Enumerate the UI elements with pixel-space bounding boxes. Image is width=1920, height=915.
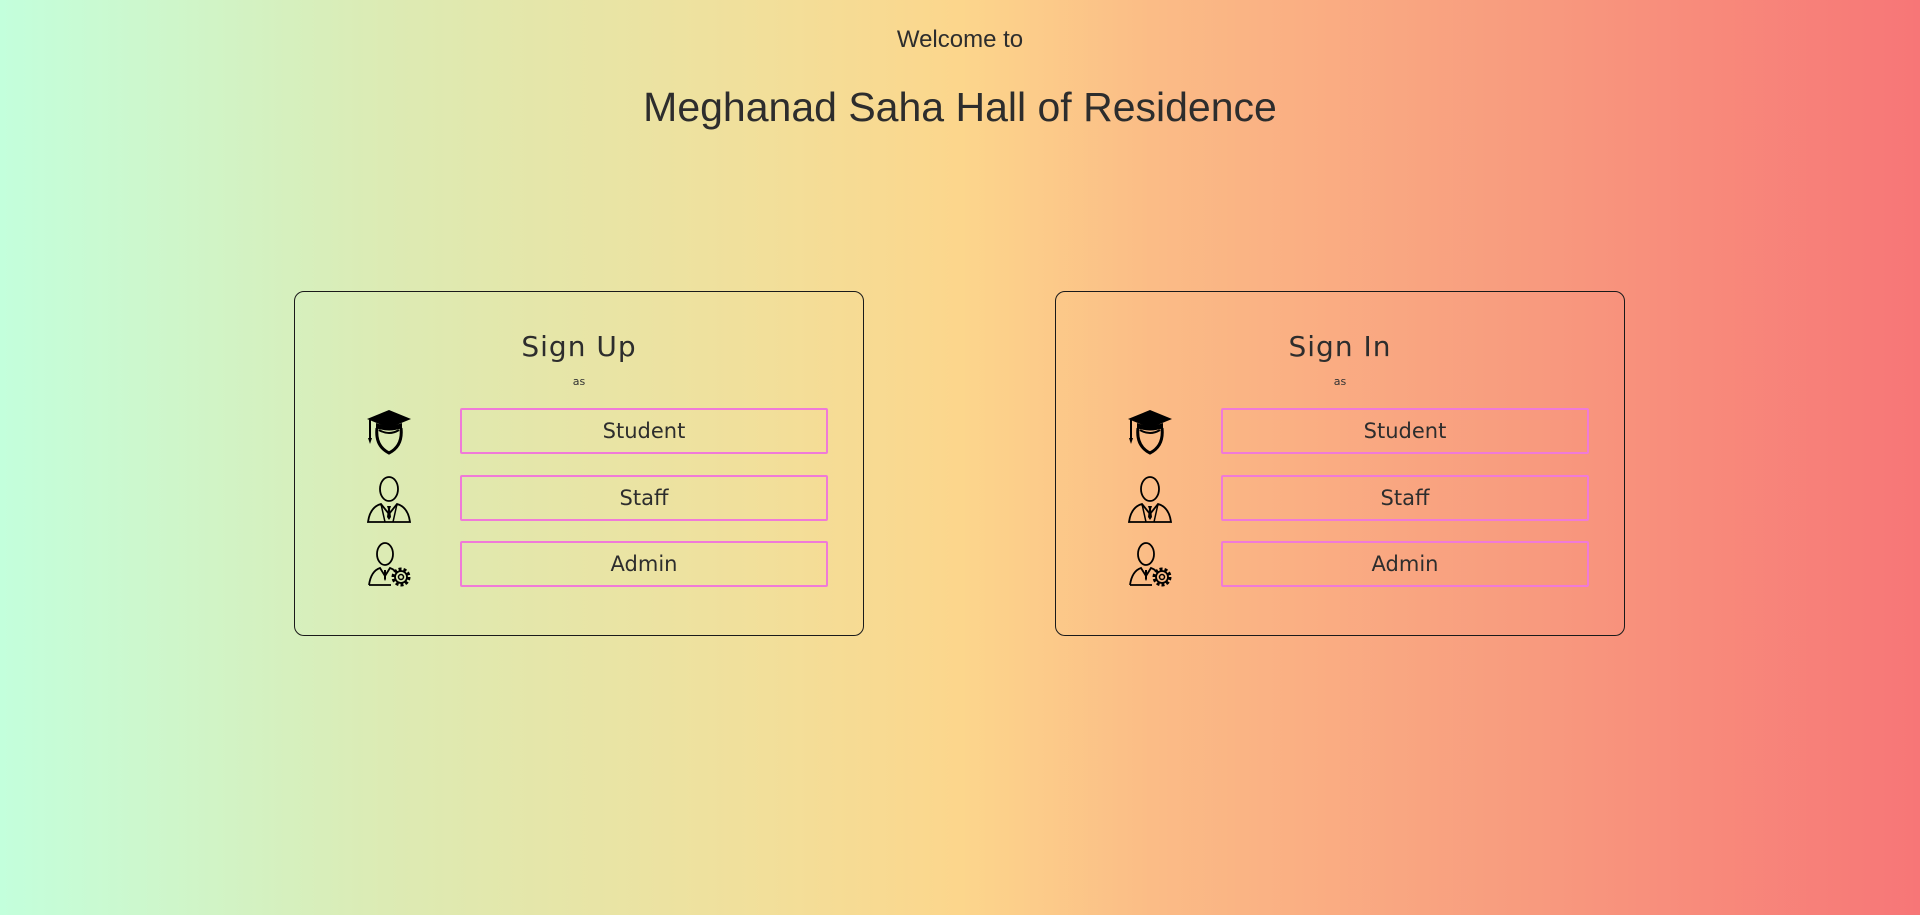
signup-staff-button[interactable]: Staff <box>460 475 828 521</box>
signin-row-staff: Staff <box>1056 475 1624 523</box>
signup-row-staff: Staff <box>295 475 863 523</box>
page-title: Meghanad Saha Hall of Residence <box>643 84 1277 130</box>
staff-icon <box>365 475 413 523</box>
signin-row-admin: Admin <box>1056 541 1624 589</box>
signin-subtitle: as <box>1333 375 1347 388</box>
signup-student-button[interactable]: Student <box>460 408 828 454</box>
signin-student-button[interactable]: Student <box>1221 408 1589 454</box>
signup-row-student: Student <box>295 408 863 456</box>
admin-icon <box>1126 541 1174 589</box>
signin-row-student: Student <box>1056 408 1624 456</box>
signup-row-admin: Admin <box>295 541 863 589</box>
signup-subtitle: as <box>572 375 586 388</box>
welcome-text: Welcome to <box>896 26 1024 53</box>
signup-admin-button[interactable]: Admin <box>460 541 828 587</box>
graduate-icon <box>1126 408 1174 456</box>
signin-card: Sign In as Student Staff Admin <box>1055 291 1625 636</box>
signin-staff-button[interactable]: Staff <box>1221 475 1589 521</box>
admin-icon <box>365 541 413 589</box>
signin-admin-button[interactable]: Admin <box>1221 541 1589 587</box>
staff-icon <box>1126 475 1174 523</box>
signin-title: Sign In <box>1288 330 1392 363</box>
graduate-icon <box>365 408 413 456</box>
signup-card: Sign Up as Student Staff Admin <box>294 291 864 636</box>
signup-title: Sign Up <box>521 330 637 363</box>
